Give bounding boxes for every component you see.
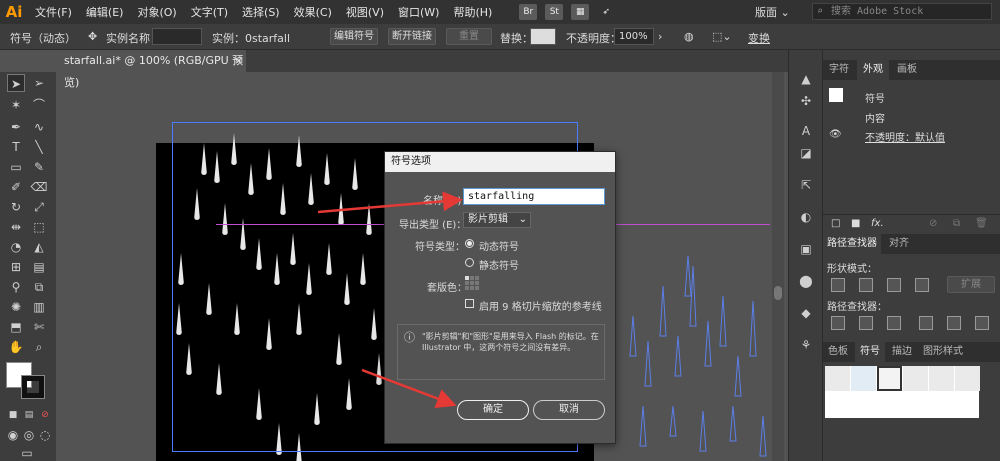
appearance-content: 内容 — [865, 114, 885, 125]
appearance-footer: □ ■ fx. ⊘ ⧉ 🗑 — [823, 214, 1000, 232]
symbol-thumb[interactable] — [851, 392, 876, 417]
brush-panel-icon[interactable]: ▲ — [797, 70, 815, 88]
appearance-item: 符号 — [865, 94, 885, 105]
symbols-panel-icon[interactable]: ✣ — [797, 92, 815, 110]
symbol-thumb-selected[interactable] — [877, 366, 902, 391]
appearance-thumbnail — [829, 88, 843, 102]
crop-button[interactable] — [919, 316, 933, 330]
layers-icon[interactable]: ◆ — [797, 304, 815, 322]
gradient-panel-icon[interactable]: ▣ — [797, 240, 815, 258]
trim-button[interactable] — [859, 316, 873, 330]
panel-icon-column: ▲ ✣ A ◪ ⇱ ◐ ▣ ⬤ ◆ ⚘ — [788, 50, 822, 461]
outline-button[interactable] — [947, 316, 961, 330]
character-panel-icon[interactable]: A — [797, 122, 815, 140]
duplicate-icon[interactable]: ⧉ — [953, 218, 960, 229]
minus-front-button[interactable] — [859, 278, 873, 292]
clear-icon[interactable]: ⊘ — [929, 218, 937, 229]
tab-character[interactable]: 字符 — [823, 60, 855, 80]
tab-symbols[interactable]: 符号 — [855, 342, 885, 362]
unite-button[interactable] — [831, 278, 845, 292]
fx-icon[interactable]: fx. — [871, 218, 884, 229]
add-fill-icon[interactable]: ■ — [851, 218, 860, 229]
appearance-tab-bar: 字符 外观 画板 — [823, 60, 1000, 80]
symbol-thumb[interactable] — [825, 392, 850, 417]
divide-button[interactable] — [831, 316, 845, 330]
tab-graphic-styles[interactable]: 图形样式 — [919, 342, 967, 362]
visibility-eye-icon[interactable]: 👁 — [829, 129, 842, 140]
pathfinder-tab-bar: 路径查找器 对齐 — [823, 234, 1000, 254]
graphic-styles-icon[interactable]: ◪ — [797, 144, 815, 162]
pathfinders-label: 路径查找器： — [827, 302, 887, 313]
exclude-button[interactable] — [915, 278, 929, 292]
symbol-thumb[interactable] — [851, 366, 876, 391]
tab-stroke[interactable]: 描边 — [887, 342, 917, 362]
symbols-library-grid — [825, 366, 980, 418]
right-panel: 字符 外观 画板 符号 内容 👁 不透明度：默认值 □ ■ fx. ⊘ ⧉ 🗑 … — [822, 50, 1000, 461]
symbol-thumb[interactable] — [825, 366, 850, 391]
add-stroke-icon[interactable]: □ — [831, 218, 840, 229]
transparency-icon[interactable]: ◐ — [797, 208, 815, 226]
tab-swatches[interactable]: 色板 — [823, 342, 853, 362]
arrow-to-ok-button — [361, 368, 457, 409]
arrow-to-name-input — [317, 191, 463, 214]
export-icon[interactable]: ⇱ — [797, 176, 815, 194]
tab-align[interactable]: 对齐 — [883, 234, 915, 254]
shape-modes-label: 形状模式： — [827, 264, 877, 275]
tab-artboards[interactable]: 画板 — [891, 60, 923, 80]
expand-button[interactable]: 扩展 — [947, 276, 995, 293]
symbols-tab-bar: 色板 符号 描边 图形样式 — [823, 342, 1000, 362]
symbol-thumb[interactable] — [903, 366, 928, 391]
color-guide-icon[interactable]: ⬤ — [797, 272, 815, 290]
merge-button[interactable] — [887, 316, 901, 330]
minus-back-button[interactable] — [975, 316, 989, 330]
symbol-thumb[interactable] — [929, 366, 954, 391]
links-icon[interactable]: ⚘ — [797, 336, 815, 354]
symbol-thumb[interactable] — [955, 366, 980, 391]
tab-appearance[interactable]: 外观 — [857, 60, 889, 80]
tab-pathfinder[interactable]: 路径查找器 — [823, 234, 881, 254]
appearance-opacity[interactable]: 不透明度：默认值 — [865, 129, 945, 144]
delete-icon[interactable]: 🗑 — [975, 218, 988, 229]
intersect-button[interactable] — [887, 278, 901, 292]
